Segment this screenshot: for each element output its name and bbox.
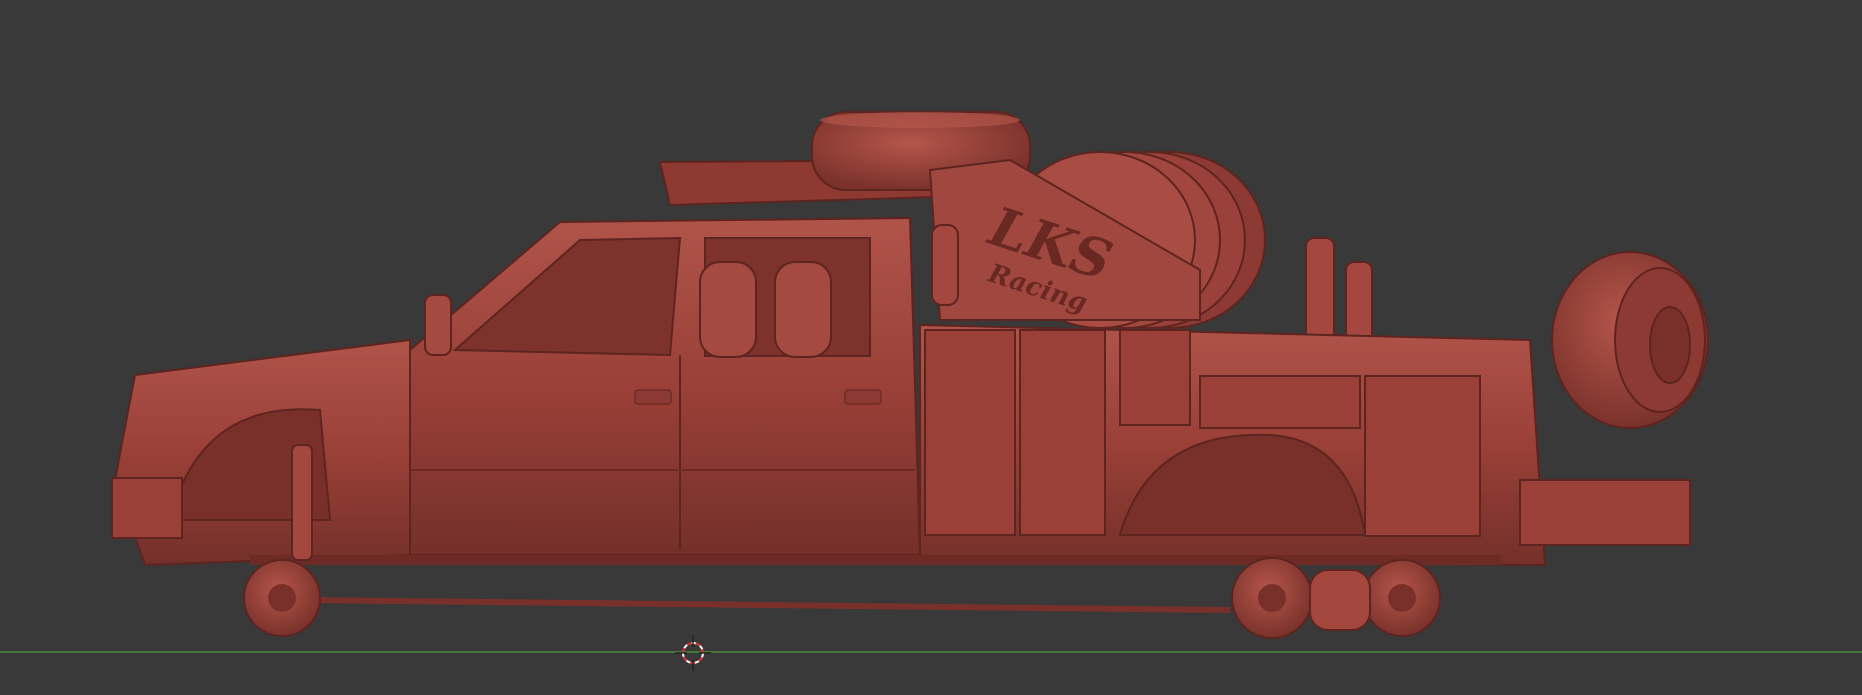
- rear-wheel-1: [1231, 557, 1313, 639]
- 3d-viewport[interactable]: LKS Racing: [0, 0, 1862, 695]
- bed-compartment-1: [924, 329, 1016, 536]
- front-wheel: [243, 559, 321, 637]
- rear-wheel-2: [1363, 559, 1441, 637]
- fire-extinguisher: [931, 224, 959, 306]
- bed-compartment-4: [1199, 375, 1361, 429]
- rear-spare-tire: [1551, 251, 1709, 429]
- seat-1: [699, 261, 757, 358]
- rear-bumper: [1519, 479, 1691, 546]
- truck-model[interactable]: LKS Racing: [111, 111, 1709, 639]
- seat-2: [774, 261, 832, 358]
- bed-compartment-3: [1119, 329, 1191, 426]
- side-mirror: [424, 294, 452, 356]
- front-bumper: [111, 477, 183, 539]
- differential: [1309, 569, 1371, 631]
- viewport-canvas[interactable]: LKS Racing: [0, 0, 1862, 695]
- bed-compartment-5: [1364, 375, 1481, 537]
- front-coilover: [291, 444, 313, 561]
- door-handle-rear: [844, 389, 882, 405]
- bed-compartment-2: [1019, 329, 1106, 536]
- door-handle-front: [634, 389, 672, 405]
- 3d-cursor-icon[interactable]: [675, 635, 711, 671]
